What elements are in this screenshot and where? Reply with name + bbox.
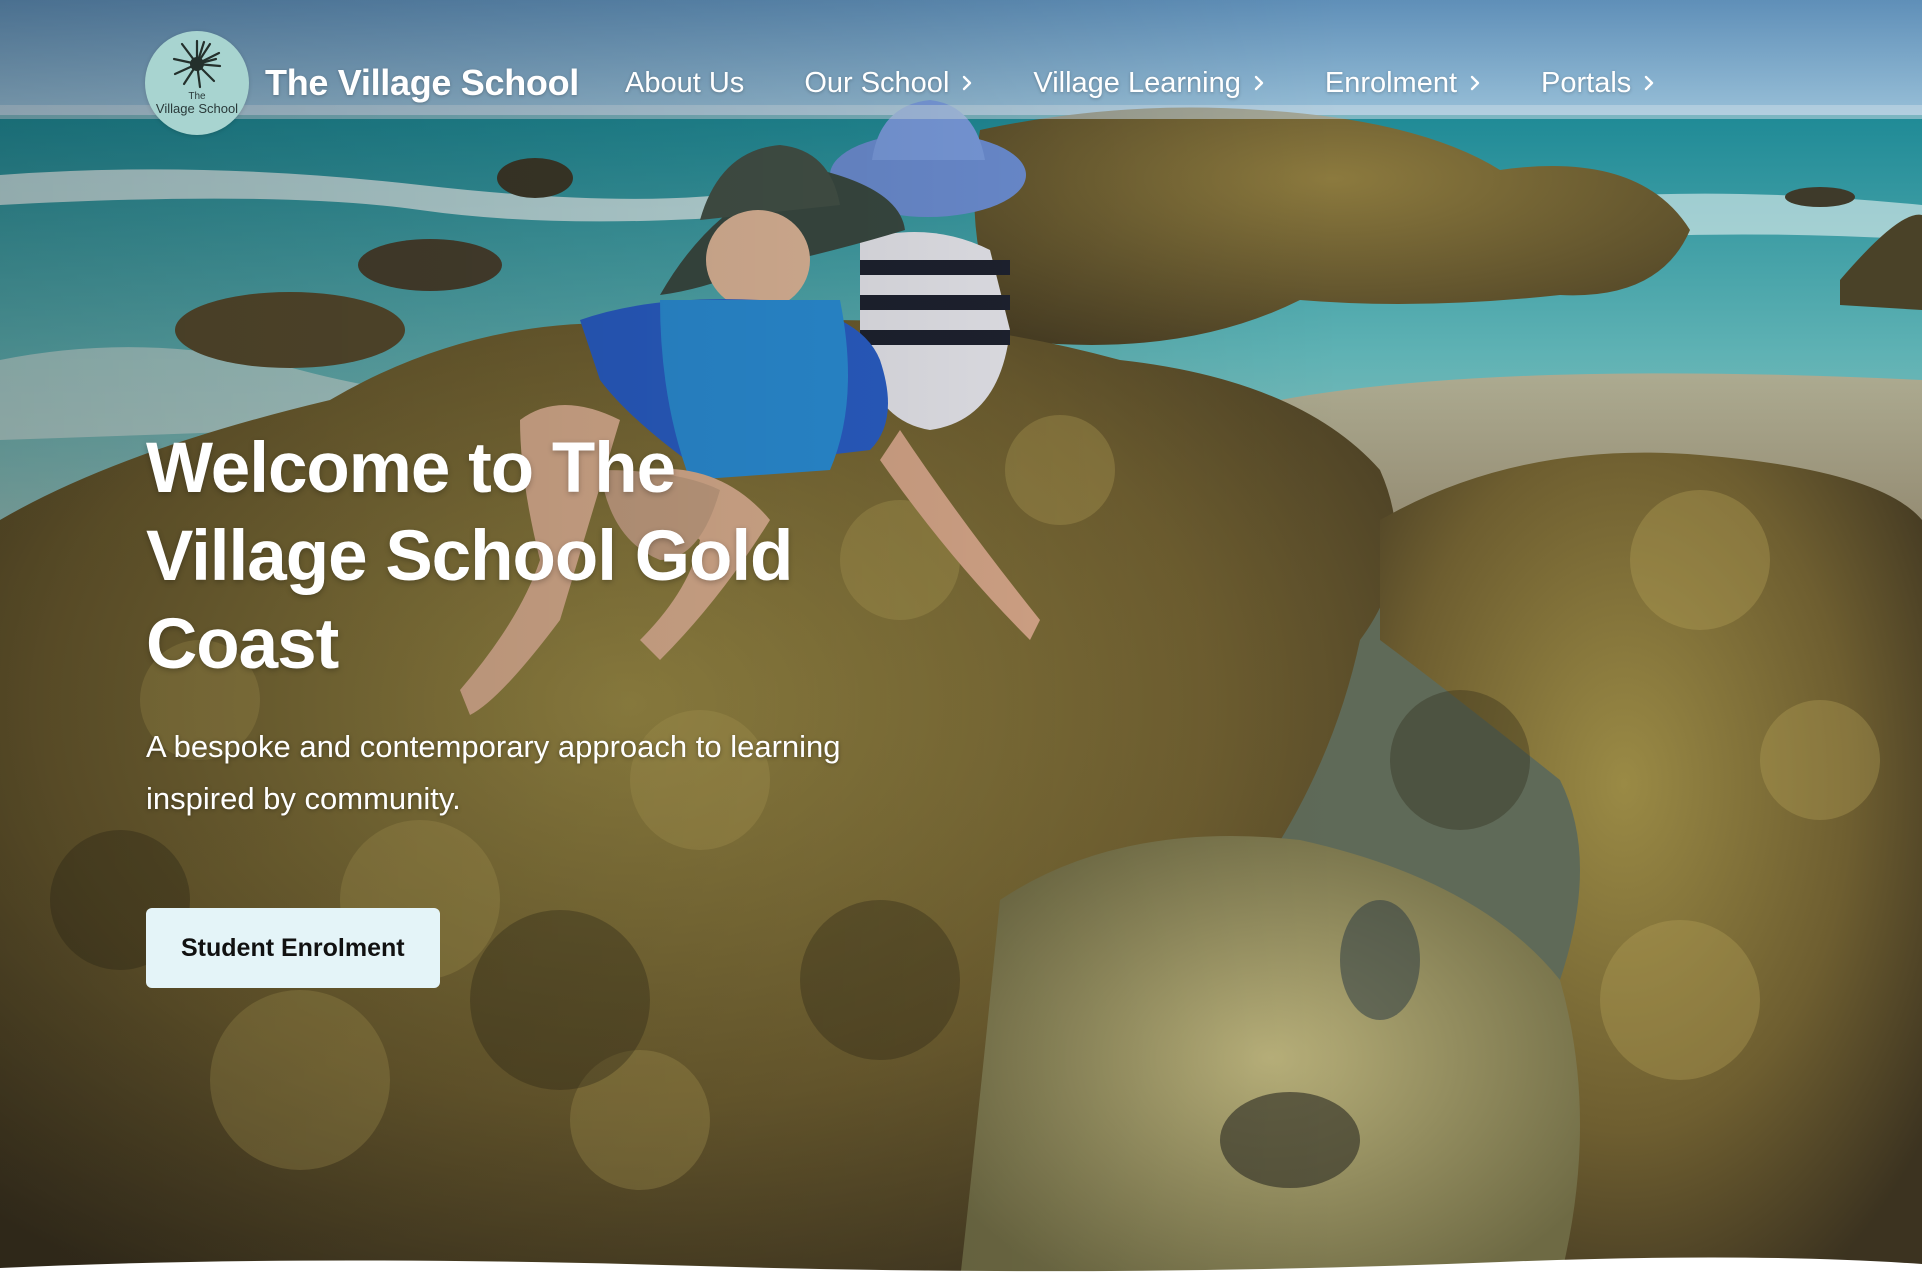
chevron-right-icon bbox=[963, 75, 972, 91]
chevron-right-icon bbox=[1254, 75, 1264, 91]
nav-item-label: Village Learning bbox=[1033, 66, 1241, 99]
nav-item-label: Our School bbox=[804, 66, 950, 99]
chevron-right-icon bbox=[1645, 75, 1654, 91]
nav-item-about-us[interactable]: About Us bbox=[625, 67, 744, 100]
nav-item-label: Portals bbox=[1541, 66, 1632, 99]
student-enrolment-button[interactable]: Student Enrolment bbox=[146, 908, 440, 988]
site-title[interactable]: The Village School bbox=[265, 62, 579, 104]
hero-section: The Village School The Village School Ab… bbox=[0, 0, 1922, 1280]
nav-item-label: Enrolment bbox=[1324, 66, 1458, 99]
chevron-right-icon bbox=[1470, 75, 1480, 91]
nav-item-label: About Us bbox=[625, 66, 745, 99]
hero-subheading: A bespoke and contemporary approach to l… bbox=[146, 729, 841, 816]
section-divider-wave bbox=[0, 1257, 1922, 1280]
hero-headline: Welcome to The Village School Gold Coast bbox=[146, 429, 793, 684]
site-header: The Village School The Village School Ab… bbox=[145, 30, 1777, 136]
nav-item-portals[interactable]: Portals bbox=[1541, 67, 1655, 100]
nav-item-our-school[interactable]: Our School bbox=[804, 67, 973, 100]
hero-content: Welcome to The Village School Gold Coast… bbox=[146, 425, 946, 988]
logo-wordmark: The Village School bbox=[145, 91, 249, 115]
logo-text-line2: Village School bbox=[155, 101, 239, 116]
nav-item-enrolment[interactable]: Enrolment bbox=[1325, 67, 1481, 100]
sun-burst-icon bbox=[172, 39, 222, 89]
site-logo[interactable]: The Village School bbox=[145, 31, 249, 135]
nav-item-village-learning[interactable]: Village Learning bbox=[1033, 67, 1264, 100]
main-nav: About Us Our School Village Learning Enr… bbox=[625, 67, 1655, 100]
